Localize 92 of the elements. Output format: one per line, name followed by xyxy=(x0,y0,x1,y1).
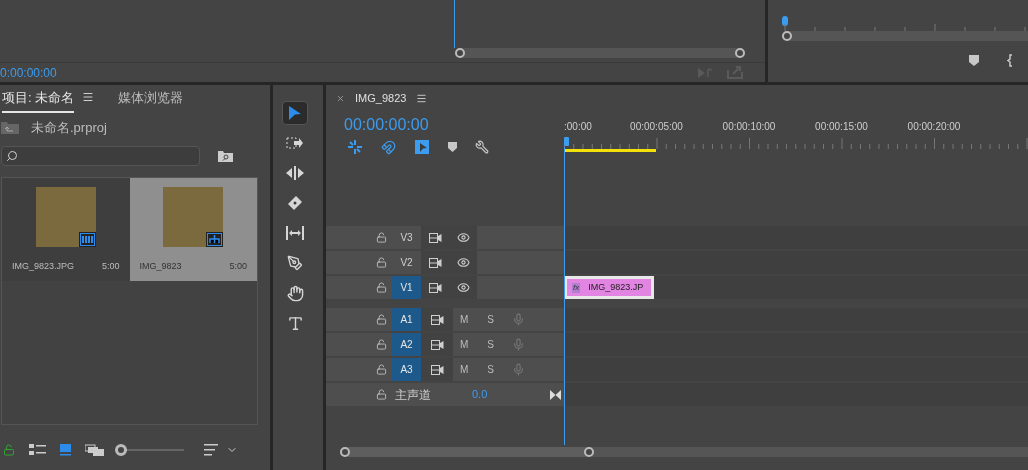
master-track-name: 主声道 xyxy=(395,386,431,404)
linked-selection-icon[interactable] xyxy=(414,139,430,155)
menu-icon[interactable] xyxy=(82,91,95,104)
time-ruler[interactable]: :00:00 00:00:05:00 00:00:10:00 00:00:15:00 00:00:20:00 xyxy=(564,112,1028,159)
lock-open-icon[interactable] xyxy=(376,364,387,375)
fx-badge: fx xyxy=(572,282,581,293)
search-field[interactable] xyxy=(1,146,200,166)
mute-toggle[interactable]: M xyxy=(460,337,469,352)
mute-toggle[interactable]: M xyxy=(460,312,469,327)
list-view-icon[interactable] xyxy=(29,444,46,456)
lock-open-icon[interactable] xyxy=(3,444,15,456)
master-volume[interactable]: 0.0 xyxy=(472,386,488,403)
lock-open-icon[interactable] xyxy=(376,282,387,293)
sequence-icon xyxy=(206,232,224,247)
freeform-view-icon[interactable] xyxy=(85,444,104,456)
film-icon[interactable] xyxy=(428,282,442,293)
search-icon xyxy=(6,150,18,162)
tool-button[interactable] xyxy=(282,101,308,125)
timecode[interactable]: 0:00:00:00 xyxy=(0,63,57,82)
find-bin-icon[interactable] xyxy=(218,150,233,162)
solo-toggle[interactable]: S xyxy=(487,337,494,352)
folder-up-icon[interactable] xyxy=(1,122,19,134)
photo-placeholder xyxy=(163,187,224,247)
lock-open-icon[interactable] xyxy=(376,257,387,268)
zoom-slider[interactable] xyxy=(118,444,184,456)
timecode[interactable]: 00:00:00:00 xyxy=(344,115,564,135)
scroll-bar[interactable] xyxy=(455,48,745,58)
track-name[interactable]: A3 xyxy=(392,358,421,381)
sort-icon[interactable] xyxy=(204,444,218,456)
pen-icon xyxy=(287,255,303,271)
sequence-tab[interactable]: IMG_9823 xyxy=(355,90,407,107)
lock-open-icon[interactable] xyxy=(376,389,387,400)
marker-icon[interactable] xyxy=(969,55,979,66)
marker-icon[interactable] xyxy=(448,142,457,152)
wrench-icon[interactable] xyxy=(475,140,489,154)
film-icon[interactable] xyxy=(428,232,442,243)
eye-icon[interactable] xyxy=(456,256,470,269)
ripple-edit-icon xyxy=(285,166,305,180)
slip-icon xyxy=(285,226,305,240)
photo-placeholder xyxy=(35,187,96,247)
film-icon[interactable] xyxy=(428,257,442,268)
film-icon[interactable] xyxy=(430,314,444,325)
project-file-name: 未命名.prproj xyxy=(31,119,107,138)
ruler-label: :00:00 xyxy=(564,120,592,134)
clip-label: IMG_9823.JP xyxy=(588,280,644,294)
media-duration: 5:00 xyxy=(229,260,247,273)
film-icon[interactable] xyxy=(430,339,444,350)
track-name[interactable]: V2 xyxy=(392,251,421,274)
magnet-icon[interactable] xyxy=(381,139,396,155)
track-select-icon xyxy=(286,136,304,150)
scroll-bar[interactable] xyxy=(782,31,1028,41)
lock-open-icon[interactable] xyxy=(376,339,387,350)
ruler-label: 00:00:20:00 xyxy=(907,120,961,134)
arrow-pointer-icon xyxy=(288,105,302,121)
lock-open-icon[interactable] xyxy=(376,314,387,325)
mark-in-icon[interactable] xyxy=(1007,54,1013,67)
ruler-label: 00:00:05:00 xyxy=(630,120,683,134)
razor-icon xyxy=(287,195,303,211)
bowtie-icon[interactable] xyxy=(550,389,562,400)
track-lane[interactable]: fx IMG_9823.JP xyxy=(564,276,1028,299)
ruler-label: 00:00:10:00 xyxy=(722,120,776,134)
menu-icon[interactable] xyxy=(416,93,428,104)
track-name[interactable]: A2 xyxy=(392,333,421,356)
ruler-label: 00:00:15:00 xyxy=(815,120,868,134)
playhead-line xyxy=(454,0,455,48)
type-icon xyxy=(286,314,304,332)
icon-view-icon[interactable] xyxy=(60,444,71,456)
close-icon[interactable] xyxy=(336,94,345,103)
slider-thumb[interactable] xyxy=(115,444,128,456)
film-icon[interactable] xyxy=(430,364,444,375)
eye-icon[interactable] xyxy=(456,281,470,294)
mute-toggle[interactable]: M xyxy=(460,362,469,377)
time-ruler-drawing[interactable] xyxy=(564,137,1028,152)
panel-tab[interactable]: 媒体浏览器 xyxy=(118,87,184,113)
track-name[interactable]: A1 xyxy=(392,308,421,331)
media-name: IMG_9823.JPG xyxy=(12,260,75,273)
scroll-bar[interactable] xyxy=(340,447,594,457)
panel-tab[interactable]: 项目: 未命名 xyxy=(2,87,75,113)
track-name[interactable]: V1 xyxy=(392,276,421,299)
media-item[interactable]: IMG_9823.JPG 5:00 xyxy=(2,178,130,281)
solo-toggle[interactable]: S xyxy=(487,312,494,327)
hand-icon xyxy=(286,284,304,302)
nest-sequence-icon[interactable] xyxy=(347,139,363,155)
media-name: IMG_9823 xyxy=(139,260,182,273)
playhead[interactable] xyxy=(782,16,788,26)
eye-icon[interactable] xyxy=(456,231,470,244)
lock-open-icon[interactable] xyxy=(376,232,387,243)
media-duration: 5:00 xyxy=(101,260,120,273)
track-name[interactable]: V3 xyxy=(392,226,421,249)
solo-toggle[interactable]: S xyxy=(487,362,494,377)
video-clip[interactable]: fx IMG_9823.JP xyxy=(564,276,654,299)
media-item[interactable]: IMG_9823 5:00 xyxy=(129,178,257,281)
